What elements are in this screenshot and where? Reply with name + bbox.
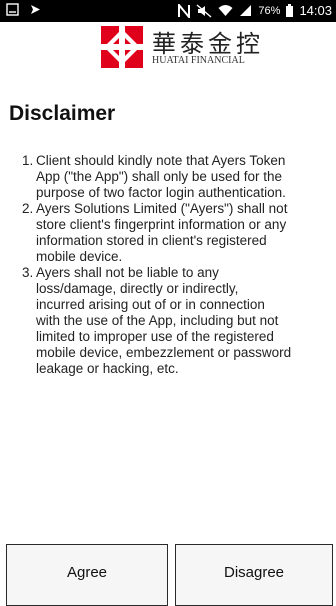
item-line: Client should kindly note that Ayers Tok… (36, 153, 286, 168)
item-line: App ("the App") shall only be used for t… (36, 169, 282, 184)
nfc-icon (178, 3, 191, 18)
item-line: mobile device. (36, 249, 123, 264)
item-line: mobile device, embezzlement or password (36, 345, 292, 360)
status-bar: 76% 14:03 (0, 0, 336, 22)
disclaimer-item: 3. Ayers shall not be liable to any loss… (22, 265, 332, 377)
mute-icon (196, 3, 212, 18)
signal-icon (239, 4, 252, 18)
item-line: limited to improper use of the registere… (36, 329, 274, 344)
item-line: with the use of the App, including but n… (36, 313, 279, 328)
item-line: leakage or hacking, etc. (36, 361, 179, 376)
screenshot-icon (6, 3, 19, 17)
battery-icon (286, 3, 294, 18)
status-bar-left (6, 3, 42, 17)
disclaimer-item: 2. Ayers Solutions Limited ("Ayers") sha… (22, 201, 332, 265)
item-line: purpose of two factor login authenticati… (36, 185, 286, 200)
agree-button[interactable]: Agree (6, 544, 168, 606)
button-row: Agree Disagree (0, 544, 336, 606)
page-title: Disclaimer (9, 102, 116, 125)
battery-percent: 76% (258, 4, 281, 17)
item-line: Ayers Solutions Limited ("Ayers") shall … (36, 201, 288, 216)
header: 華泰金控 HUATAI FINANCIAL (0, 22, 336, 90)
item-line: Ayers shall not be liable to any (36, 265, 219, 280)
disclaimer-list: 1. Client should kindly note that Ayers … (22, 153, 332, 377)
item-number: 1. (22, 153, 34, 168)
disclaimer-item: 1. Client should kindly note that Ayers … (22, 153, 332, 201)
item-line: loss/damage, directly or indirectly, (36, 281, 239, 296)
cast-icon (29, 3, 42, 17)
clock: 14:03 (299, 3, 332, 18)
disagree-button[interactable]: Disagree (175, 544, 333, 606)
item-number: 2. (22, 201, 34, 216)
item-line: store client's fingerprint information o… (36, 217, 287, 232)
item-line: incurred arising out of or in connection (36, 297, 265, 312)
item-line: information stored in client's registere… (36, 233, 267, 248)
logo-english-text: HUATAI FINANCIAL (152, 55, 245, 66)
logo-chinese-text: 華泰金控 (152, 30, 264, 58)
wifi-icon (218, 4, 233, 18)
item-number: 3. (22, 265, 34, 280)
huatai-logo-icon (101, 26, 143, 68)
status-bar-right: 76% 14:03 (178, 3, 332, 18)
